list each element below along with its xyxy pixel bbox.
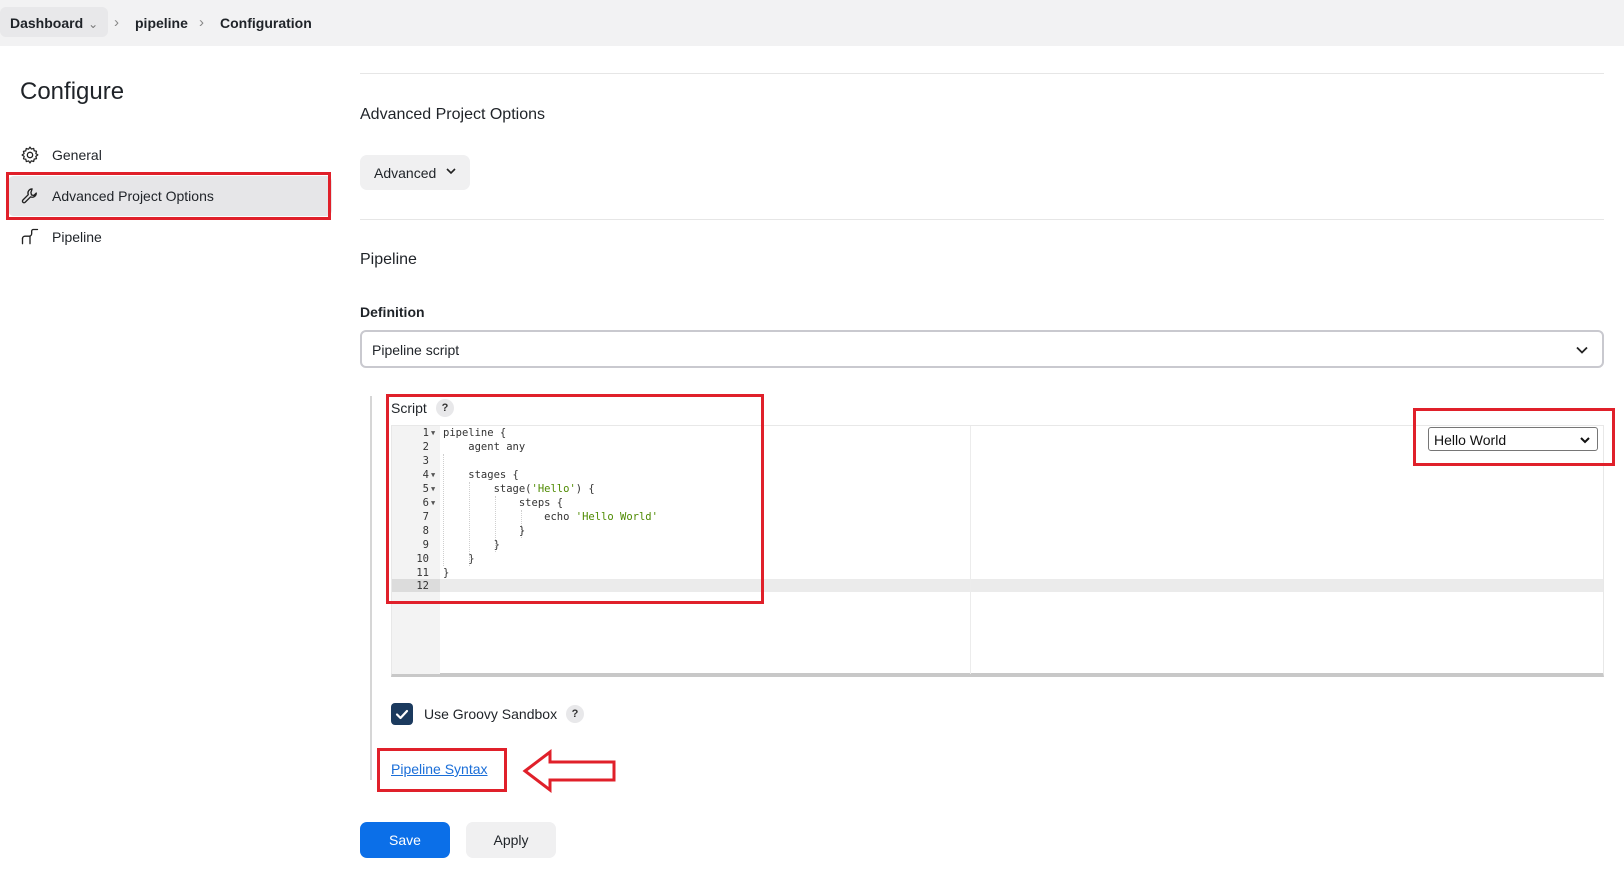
apply-button[interactable]: Apply: [466, 822, 556, 858]
sidebar-item-general[interactable]: General: [8, 135, 332, 175]
breadcrumb-dashboard[interactable]: Dashboard ⌄: [0, 7, 109, 37]
pipeline-section-title: Pipeline: [360, 251, 417, 268]
annotation-highlight-box: [1413, 408, 1615, 466]
checkmark-icon: [395, 709, 409, 720]
section-divider: [360, 73, 1604, 74]
definition-select[interactable]: Pipeline script: [360, 330, 1604, 368]
breadcrumb-dashboard-label: Dashboard: [10, 15, 84, 31]
sidebar-item-pipeline[interactable]: Pipeline: [8, 217, 332, 257]
groovy-sandbox-checkbox[interactable]: [391, 703, 413, 725]
advanced-button-label: Advanced: [374, 164, 437, 181]
groovy-sandbox-label[interactable]: Use Groovy Sandbox: [424, 706, 557, 722]
chevron-down-icon: [446, 168, 456, 175]
pipeline-script-border: [370, 396, 372, 780]
sandbox-help-icon[interactable]: ?: [566, 705, 584, 723]
section-divider: [360, 219, 1604, 220]
annotation-highlight-box: [386, 394, 764, 604]
pipeline-icon: [21, 228, 39, 245]
chevron-down-icon: [1576, 346, 1588, 354]
sidebar-item-label: Pipeline: [52, 229, 102, 245]
chevron-down-icon[interactable]: ⌄: [88, 17, 98, 31]
breadcrumb-separator-icon: ›: [199, 14, 204, 31]
definition-select-value: Pipeline script: [372, 342, 460, 358]
advanced-section-title: Advanced Project Options: [360, 106, 545, 123]
editor-print-margin: [970, 426, 971, 674]
gear-icon: [21, 146, 39, 164]
breadcrumb-bar: Dashboard ⌄ › pipeline › Configuration: [0, 0, 1624, 46]
breadcrumb-separator-icon: ›: [114, 14, 119, 31]
definition-label: Definition: [360, 304, 425, 320]
annotation-arrow-icon: [522, 748, 616, 794]
breadcrumb-configuration[interactable]: Configuration: [220, 15, 312, 31]
annotation-highlight-box: [6, 172, 331, 220]
page-title: Configure: [20, 78, 125, 105]
annotation-highlight-box: [377, 748, 507, 792]
sidebar-item-label: General: [52, 147, 102, 163]
breadcrumb-pipeline[interactable]: pipeline: [135, 15, 188, 31]
advanced-button[interactable]: Advanced: [360, 155, 470, 190]
save-button[interactable]: Save: [360, 822, 450, 858]
